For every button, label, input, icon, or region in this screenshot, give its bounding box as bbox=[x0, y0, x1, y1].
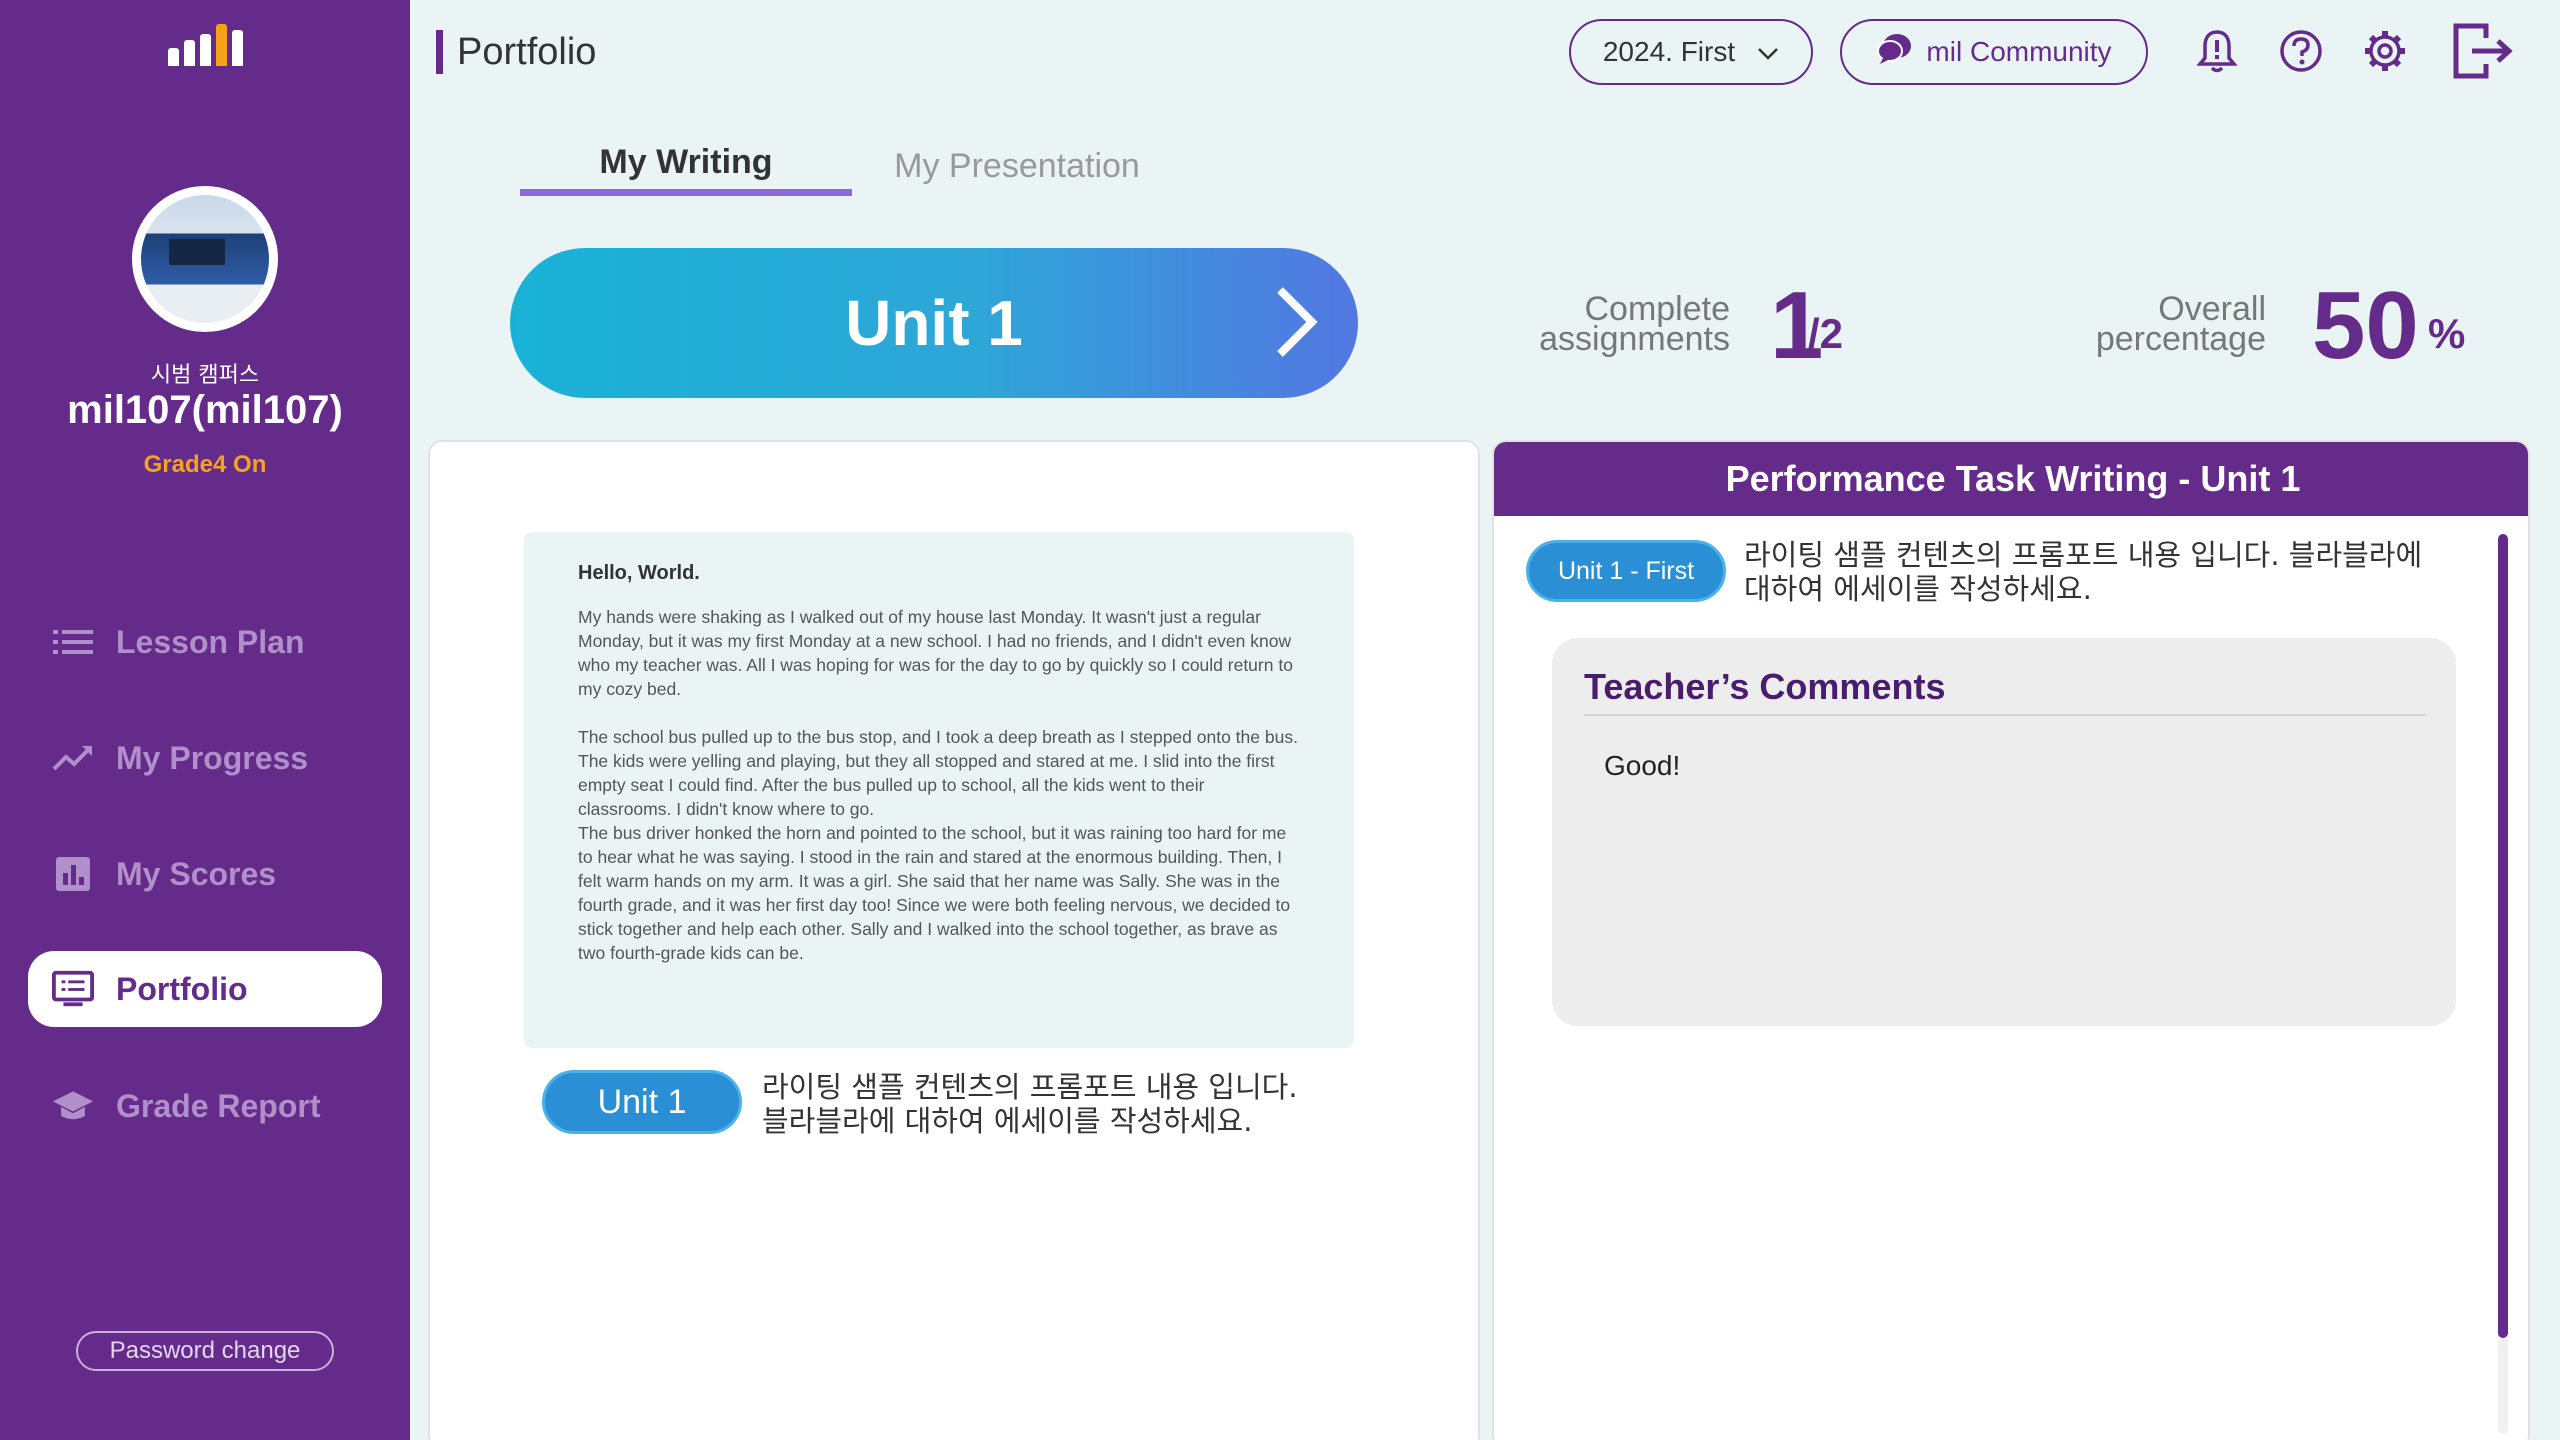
chevron-down-icon bbox=[1757, 36, 1779, 68]
campus-name: 시범 캠퍼스 bbox=[150, 363, 260, 388]
help-icon[interactable] bbox=[2274, 22, 2328, 80]
writing-prompt: 라이팅 샘플 컨텐츠의 프롬포트 내용 입니다. 블라블라에 대하여 에세이를 … bbox=[762, 1070, 1298, 1138]
task-prompt: 라이팅 샘플 컨텐츠의 프롬포트 내용 입니다. 블라블라에 대하여 에세이를 … bbox=[1744, 538, 2423, 606]
total-count: /2 bbox=[1808, 310, 1844, 357]
essay-content: Hello, World. My hands were shaking as I… bbox=[524, 532, 1354, 1048]
overall-percentage-label: Overall percentage bbox=[2095, 290, 2266, 358]
chat-bubble-icon bbox=[1876, 32, 1912, 73]
overall-percentage-value: 50 bbox=[2312, 272, 2419, 379]
community-label: mil Community bbox=[1926, 36, 2112, 67]
nav-lesson-plan[interactable]: Lesson Plan bbox=[28, 604, 382, 680]
graduation-cap-icon bbox=[52, 1085, 94, 1127]
unit-first-badge: Unit 1 - First bbox=[1526, 540, 1726, 602]
logout-icon[interactable] bbox=[2450, 22, 2516, 80]
grade-level: Grade4 On bbox=[143, 451, 267, 478]
unit-badge: Unit 1 bbox=[542, 1070, 742, 1134]
teacher-comment-text: Good! bbox=[1604, 750, 1681, 781]
divider bbox=[1584, 714, 2426, 716]
essay-paragraph: My hands were shaking as I walked out of… bbox=[578, 607, 1298, 699]
page-title: Portfolio bbox=[436, 30, 596, 74]
tab-my-writing[interactable]: My Writing bbox=[520, 136, 852, 196]
list-icon bbox=[52, 621, 94, 663]
bar-chart-icon bbox=[52, 853, 94, 895]
community-button[interactable]: mil Community bbox=[1840, 19, 2148, 85]
username: mil107(mil107) bbox=[67, 388, 343, 432]
complete-assignments-label: Complete assignments bbox=[1539, 290, 1730, 358]
app-logo[interactable] bbox=[168, 24, 244, 66]
task-panel-title: Performance Task Writing - Unit 1 bbox=[1494, 442, 2528, 516]
nav-label: My Progress bbox=[116, 739, 309, 776]
nav-my-scores[interactable]: My Scores bbox=[28, 836, 382, 912]
semester-value: 2024. First bbox=[1602, 36, 1736, 67]
bell-icon[interactable] bbox=[2190, 22, 2244, 80]
monitor-list-icon bbox=[52, 968, 94, 1010]
nav-grade-report[interactable]: Grade Report bbox=[28, 1068, 382, 1144]
trend-up-icon bbox=[52, 737, 94, 779]
tab-my-presentation[interactable]: My Presentation bbox=[852, 136, 1182, 196]
percent-sign: % bbox=[2428, 310, 2466, 357]
avatar[interactable] bbox=[132, 186, 278, 332]
unit-selector-banner[interactable]: Unit 1 bbox=[510, 248, 1358, 398]
essay-title: Hello, World. bbox=[578, 562, 700, 584]
chevron-right-icon[interactable] bbox=[1272, 284, 1322, 365]
gear-icon[interactable] bbox=[2358, 22, 2412, 80]
nav-my-progress[interactable]: My Progress bbox=[28, 720, 382, 796]
unit-banner-label: Unit 1 bbox=[845, 287, 1023, 359]
teacher-comments-box: Teacher’s Comments Good! bbox=[1552, 638, 2456, 1026]
nav-label: Portfolio bbox=[116, 970, 248, 1007]
nav-label: Lesson Plan bbox=[116, 623, 305, 660]
teacher-comments-title: Teacher’s Comments bbox=[1584, 666, 1946, 707]
essay-paragraph: The school bus pulled up to the bus stop… bbox=[578, 727, 1298, 963]
avatar-photo bbox=[141, 195, 269, 323]
nav-portfolio[interactable]: Portfolio bbox=[28, 951, 382, 1027]
scrollbar-thumb[interactable] bbox=[2498, 534, 2508, 1338]
sidebar: 시범 캠퍼스 mil107(mil107) Grade4 On Lesson P… bbox=[0, 0, 410, 1440]
nav-label: Grade Report bbox=[116, 1087, 321, 1124]
password-change-button[interactable]: Password change bbox=[76, 1331, 334, 1371]
nav-label: My Scores bbox=[116, 855, 277, 892]
semester-select[interactable]: 2024. First bbox=[1569, 19, 1813, 85]
